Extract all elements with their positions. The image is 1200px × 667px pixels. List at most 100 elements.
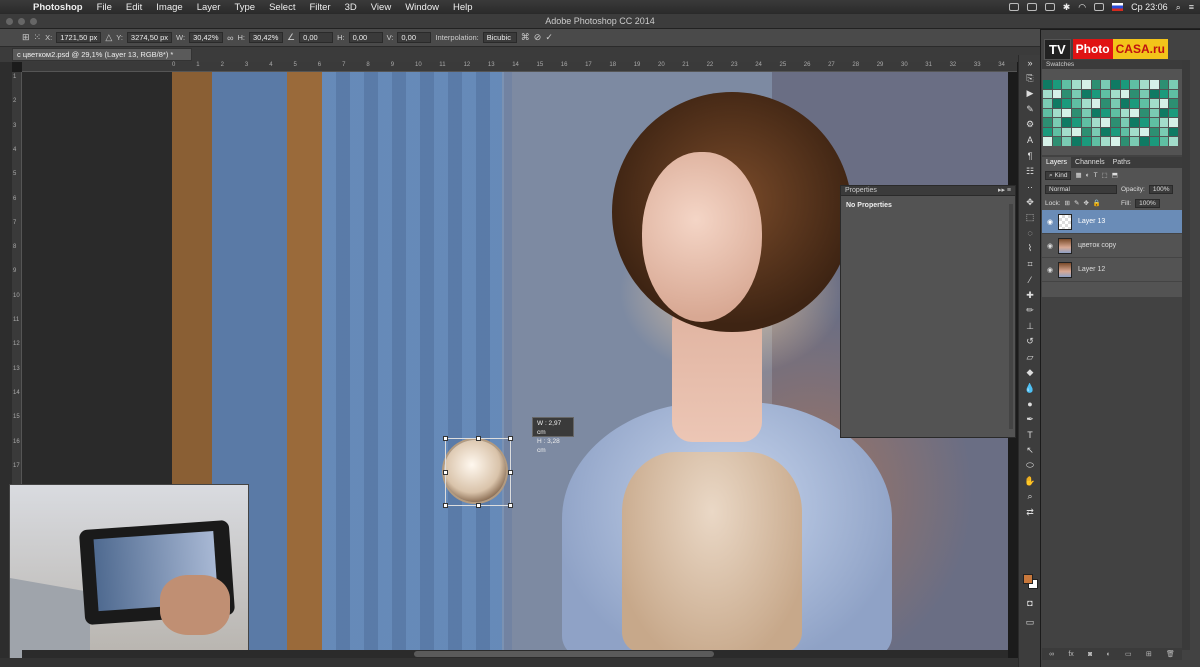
lock-transparent-icon[interactable]: ⊞ [1065,199,1070,207]
menu-help[interactable]: Help [446,2,480,13]
swatch[interactable] [1052,118,1062,127]
swatch[interactable] [1072,127,1081,137]
paint-bucket-tool-icon[interactable]: ◆ [1019,365,1041,381]
filter-pixel-icon[interactable]: ▦ [1075,171,1081,179]
quick-mask-icon[interactable]: ◘ [1019,595,1041,611]
lock-all-icon[interactable]: 🔒 [1093,199,1101,207]
angle-field[interactable]: 0,00 [299,32,334,43]
swatch[interactable] [1062,118,1072,127]
horizontal-ruler[interactable]: 0 1 2 3 4 5 6 7 8 9 10 11 12 13 14 15 16 17 18 19 20 21 22 23 24… [22,62,1126,72]
swatch[interactable] [1101,108,1110,118]
swatch[interactable] [1169,99,1178,108]
swatch[interactable] [1091,99,1101,108]
transform-handle[interactable] [443,436,448,441]
zoom-window-button[interactable] [30,18,37,25]
swatch[interactable] [1149,108,1159,118]
swatch[interactable] [1120,118,1130,127]
layer-row-layer-12[interactable]: ◉ Layer 12 [1042,258,1182,282]
swatch[interactable] [1091,137,1101,146]
swatch[interactable] [1130,137,1140,146]
tab-layers[interactable]: Layers [1042,157,1072,168]
commit-transform-icon[interactable]: ✓ [545,32,553,43]
play-action-icon[interactable]: ▶ [1019,86,1041,102]
search-icon[interactable]: ⌕ [1176,2,1181,13]
swatch[interactable] [1120,80,1130,89]
swatch[interactable] [1062,108,1072,118]
swatch[interactable] [1072,89,1081,99]
swatch[interactable] [1140,118,1149,127]
pen-tool-icon[interactable]: ✒ [1019,412,1041,428]
transform-handle[interactable] [443,503,448,508]
swatch[interactable] [1149,99,1159,108]
filter-type-icon[interactable]: T [1094,172,1098,179]
swatch[interactable] [1081,108,1091,118]
swatch[interactable] [1111,127,1120,137]
swatches-grid[interactable] [1043,80,1178,146]
swatch[interactable] [1169,80,1178,89]
swatch[interactable] [1101,127,1110,137]
properties-header[interactable]: Properties ▸▸ ≡ [841,186,1015,196]
swatch[interactable] [1169,108,1178,118]
transform-handle[interactable] [476,436,481,441]
swatch[interactable] [1149,118,1159,127]
menu-3d[interactable]: 3D [338,2,364,13]
foreground-color-swatch[interactable] [1023,574,1033,584]
swatch[interactable] [1072,80,1081,89]
warp-icon[interactable]: ⌘ [521,32,530,43]
bluetooth-icon[interactable]: ✱ [1063,2,1071,13]
swatch[interactable] [1140,137,1149,146]
swatch[interactable] [1062,137,1072,146]
zoom-tool-icon[interactable]: ⌕ [1019,489,1041,505]
swatch[interactable] [1159,80,1169,89]
swatch[interactable] [1159,108,1169,118]
x-field[interactable]: 1721,50 px [56,32,102,43]
swatch[interactable] [1062,89,1072,99]
filter-shape-icon[interactable]: ⬚ [1102,171,1108,179]
flag-ru-icon[interactable] [1112,3,1124,11]
swatch[interactable] [1130,127,1140,137]
menu-view[interactable]: View [364,2,398,13]
new-adjustment-icon[interactable]: ◐ [1107,651,1111,658]
swatch[interactable] [1081,99,1091,108]
swatch[interactable] [1111,89,1120,99]
swatch[interactable] [1043,89,1052,99]
dodge-tool-icon[interactable]: ● [1019,396,1041,412]
scroll-thumb[interactable] [414,651,714,657]
vskew-field[interactable]: 0,00 [397,32,432,43]
swatch[interactable] [1120,127,1130,137]
eyedropper-tool-icon[interactable]: ⁄ [1019,272,1041,288]
paragraph-icon[interactable]: ¶ [1019,148,1041,164]
swatch[interactable] [1140,89,1149,99]
menu-type[interactable]: Type [227,2,262,13]
swatch[interactable] [1072,108,1081,118]
swatch[interactable] [1052,127,1062,137]
swatch[interactable] [1159,99,1169,108]
menu-image[interactable]: Image [149,2,189,13]
swatch[interactable] [1062,80,1072,89]
swatch[interactable] [1091,108,1101,118]
marquee-tool-icon[interactable]: ⬚ [1019,210,1041,226]
swatch[interactable] [1091,118,1101,127]
swatch[interactable] [1159,127,1169,137]
interpolation-select[interactable]: Bicubic [482,32,517,43]
hskew-field[interactable]: 0,00 [348,32,383,43]
swatch[interactable] [1159,137,1169,146]
reference-point-icon[interactable]: ⁙ [34,32,42,43]
swatch[interactable] [1130,89,1140,99]
add-mask-icon[interactable]: ◙ [1088,651,1092,658]
swatch[interactable] [1111,80,1120,89]
opacity-field[interactable]: 100% [1148,184,1174,194]
swatch[interactable] [1111,118,1120,127]
swatch[interactable] [1101,80,1110,89]
wifi-icon[interactable]: ◠ [1078,2,1086,13]
time-machine-icon[interactable] [1044,3,1055,11]
swatch[interactable] [1081,137,1091,146]
swatch[interactable] [1081,118,1091,127]
layer-name[interactable]: Layer 13 [1078,218,1105,225]
swatch[interactable] [1081,89,1091,99]
battery-icon[interactable] [1094,3,1105,11]
swatch[interactable] [1120,99,1130,108]
crop-tool-icon[interactable]: ⌗ [1019,257,1041,273]
swatch[interactable] [1072,137,1081,146]
swatch[interactable] [1140,108,1149,118]
